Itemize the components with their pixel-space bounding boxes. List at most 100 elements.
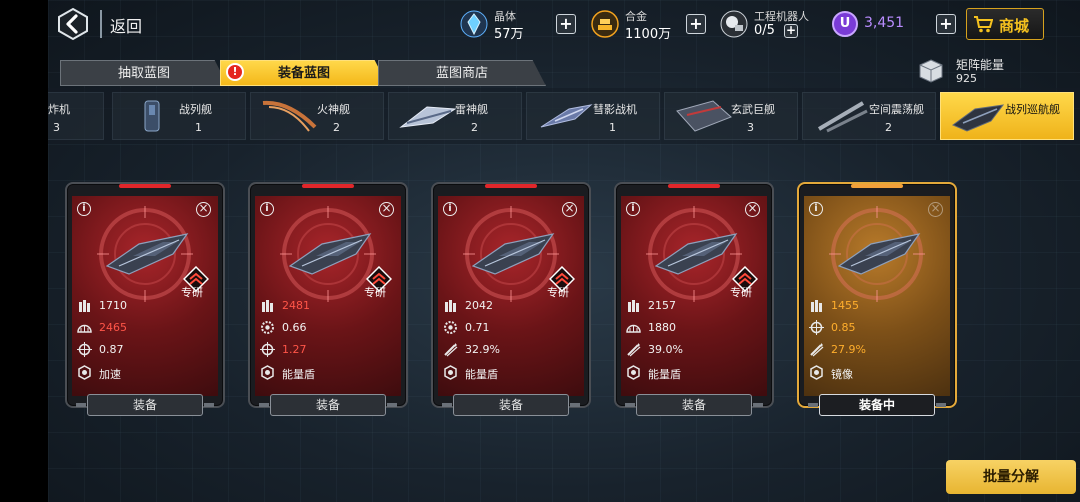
stat-value: 2481: [282, 299, 310, 312]
crosshair-icon: [77, 342, 92, 357]
info-icon[interactable]: i: [809, 202, 823, 216]
blueprint-card[interactable]: i × 1455 0.85 27.9% 镜像 装备中: [797, 182, 957, 420]
card-top-indicator: [485, 184, 537, 188]
tab-equip-blueprint[interactable]: 装备蓝图: [220, 60, 388, 86]
blueprint-card[interactable]: i × 专研 1710 2465 0.87 加速 装备: [65, 182, 225, 420]
blueprint-card[interactable]: i × 专研 2042 0.71 32.9% 能量盾 装备: [431, 182, 591, 420]
matrix-label: 矩阵能量: [956, 58, 1005, 72]
close-icon[interactable]: ×: [745, 202, 760, 217]
equip-button[interactable]: 装备: [259, 394, 397, 416]
alloy-label: 合金: [625, 10, 647, 23]
ship-name: 彗影战机: [593, 103, 637, 116]
stat-value: 2042: [465, 299, 493, 312]
card-top-indicator: [668, 184, 720, 188]
equip-button[interactable]: 装备: [442, 394, 580, 416]
robot-label: 工程机器人: [754, 10, 809, 23]
info-icon[interactable]: i: [77, 202, 91, 216]
top-bar: 返回 晶体 57万 + 合金 1100万 + 工程机器人 0/5 + U 3,4…: [48, 0, 1080, 50]
stat-value: 0.66: [282, 321, 307, 334]
missile-icon: [444, 343, 458, 357]
ship-name: 空间震荡舰: [869, 103, 924, 116]
battlecruiser-ship-icon: [837, 233, 921, 275]
close-icon[interactable]: ×: [196, 202, 211, 217]
ship-name: 玄武巨舰: [731, 103, 775, 116]
add-premium-button[interactable]: +: [936, 14, 956, 34]
space-quake-thumb-icon: [817, 101, 868, 133]
ammo-icon: [811, 300, 822, 312]
ship-item-battleship[interactable]: 战列舰 1: [112, 92, 246, 140]
crosshair-icon: [260, 342, 275, 357]
mirror-icon: [810, 365, 823, 380]
blueprint-card[interactable]: i × 专研 2481 0.66 1.27 能量盾 装备: [248, 182, 408, 420]
ship-name: 战列巡航舰: [1005, 103, 1060, 116]
research-label: 专研: [547, 286, 569, 299]
close-icon[interactable]: ×: [379, 202, 394, 217]
ship-name: 雷神舰: [455, 103, 488, 116]
alloy-value: 1100万: [625, 27, 672, 42]
battlecruiser-ship-icon: [288, 233, 372, 275]
battlecruiser-ship-icon: [105, 233, 189, 275]
back-label[interactable]: 返回: [110, 13, 142, 37]
battlecruiser-ship-icon: [471, 233, 555, 275]
missile-icon: [627, 343, 641, 357]
equip-button[interactable]: 装备中: [808, 394, 946, 416]
close-icon[interactable]: ×: [928, 202, 943, 217]
back-button[interactable]: [56, 7, 90, 41]
close-icon[interactable]: ×: [562, 202, 577, 217]
ship-count: 1: [195, 121, 202, 134]
missile-icon: [810, 343, 824, 357]
ship-name: 轰炸机: [48, 103, 70, 116]
blueprint-card[interactable]: i × 专研 2157 1880 39.0% 能量盾 装备: [614, 182, 774, 420]
comet-fighter-thumb-icon: [540, 104, 593, 128]
ship-item-vulcan[interactable]: 火神舰 2: [250, 92, 384, 140]
ship-count: 2: [471, 121, 478, 134]
stat-value: 2157: [648, 299, 676, 312]
add-alloy-button[interactable]: +: [686, 14, 706, 34]
stat-value: 27.9%: [831, 343, 866, 356]
ammo-icon: [79, 300, 90, 312]
alloy-icon: [591, 10, 619, 38]
skill-name: 镜像: [831, 368, 853, 381]
tab-equip-label: 装备蓝图: [277, 66, 330, 81]
shop-button[interactable]: 商城: [966, 8, 1044, 40]
info-icon[interactable]: i: [443, 202, 457, 216]
shield-dome-icon: [77, 324, 92, 333]
skill-name: 能量盾: [648, 368, 681, 381]
stat-value: 32.9%: [465, 343, 500, 356]
energy-shield-icon: [627, 365, 640, 380]
add-robot-button[interactable]: +: [784, 24, 798, 38]
batch-decompose-button[interactable]: 批量分解: [946, 460, 1076, 494]
info-icon[interactable]: i: [626, 202, 640, 216]
stat-value: 1710: [99, 299, 127, 312]
add-crystal-button[interactable]: +: [556, 14, 576, 34]
game-screen: 返回 晶体 57万 + 合金 1100万 + 工程机器人 0/5 + U 3,4…: [48, 0, 1080, 502]
ship-item-comet-fighter[interactable]: 彗影战机 1: [526, 92, 660, 140]
equip-button[interactable]: 装备: [76, 394, 214, 416]
stat-value: 0.85: [831, 321, 856, 334]
energy-shield-icon: [261, 365, 274, 380]
gear-icon: [444, 321, 457, 334]
stat-value: 0.71: [465, 321, 490, 334]
skill-name: 能量盾: [282, 368, 315, 381]
boost-icon: [78, 365, 91, 380]
card-top-indicator: [851, 184, 903, 188]
equip-button[interactable]: 装备: [625, 394, 763, 416]
research-label: 专研: [181, 286, 203, 299]
thor-thumb-icon: [399, 106, 457, 128]
ship-item-space-quake[interactable]: 空间震荡舰 2: [802, 92, 936, 140]
tab-draw-blueprint[interactable]: 抽取蓝图: [60, 60, 228, 86]
back-arrow-icon: [58, 7, 88, 41]
tab-alert-icon: !: [226, 63, 244, 81]
crosshair-icon: [809, 320, 824, 335]
stat-value: 0.87: [99, 343, 124, 356]
ship-item-battlecruiser[interactable]: 战列巡航舰: [940, 92, 1074, 140]
info-icon[interactable]: i: [260, 202, 274, 216]
stat-value: 39.0%: [648, 343, 683, 356]
ship-item-bomber[interactable]: 轰炸机 3: [48, 92, 104, 140]
skill-name: 能量盾: [465, 368, 498, 381]
tab-blueprint-shop[interactable]: 蓝图商店: [378, 60, 546, 86]
ship-item-thor[interactable]: 雷神舰 2: [388, 92, 522, 140]
cart-icon: [974, 16, 993, 33]
premium-currency-icon: U: [832, 11, 858, 37]
ship-item-xuanwu[interactable]: 玄武巨舰 3: [664, 92, 798, 140]
